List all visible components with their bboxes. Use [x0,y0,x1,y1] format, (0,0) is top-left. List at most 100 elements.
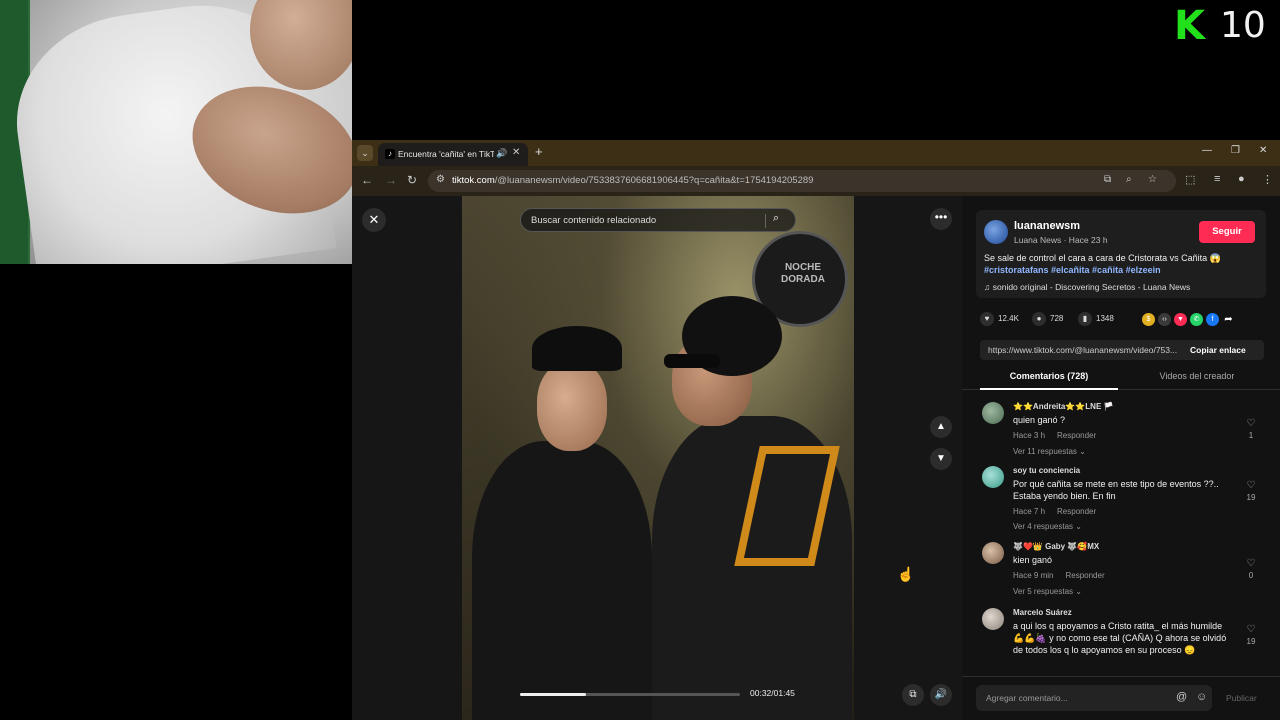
comment-username[interactable]: Marcelo Suárez [1013,608,1072,617]
video-time: 00:32/01:45 [750,688,795,698]
volume-icon[interactable]: 🔊 [930,684,952,706]
comment-like-count: 19 [1246,493,1256,502]
comment-username[interactable]: soy tu conciencia [1013,466,1080,475]
zoom-icon[interactable]: ⌕ [1126,174,1132,185]
comment-heart-icon[interactable]: ♡ [1243,624,1259,635]
sound-link[interactable]: ♫ sonido original - Discovering Secretos… [984,282,1190,292]
reload-icon[interactable]: ↻ [407,173,417,187]
browser-window: ⌄ ♪ Encuentra 'cañita' en TikTo 🔊 ✕ + — … [352,140,1280,720]
comment-text: quien ganó ? [1013,415,1066,425]
next-video-chevron-down-icon[interactable]: ▼ [930,448,952,470]
restore-icon[interactable]: ❐ [1231,145,1240,156]
publish-button[interactable]: Publicar [1226,693,1257,703]
video-progress-bar[interactable] [520,693,740,696]
speaker-icon[interactable]: 🔊 [496,148,507,159]
tab-creator-videos[interactable]: Videos del creador [1122,371,1272,381]
channel-logo-number: 10 [1220,5,1266,46]
comment-meta: Hace 9 min Responder [1013,571,1105,580]
like-count: 12.4K [998,314,1019,323]
share-link-url[interactable]: https://www.tiktok.com/@luananewsm/video… [988,345,1180,355]
comment-meta: Hace 3 h Responder [1013,431,1097,440]
comment-username[interactable]: ⭐⭐Andreita⭐⭐LNE 🏳️ [1013,402,1113,411]
comment-username[interactable]: 🐺❤️👑 Gaby 🐺🥰MX [1013,542,1099,551]
video-progress-fill [520,693,586,696]
whatsapp-icon[interactable]: ✆ [1190,313,1203,326]
comment-avatar[interactable] [982,402,1004,424]
browser-menu-icon[interactable]: ⋮ [1262,173,1273,186]
comment-heart-icon[interactable]: ♡ [1243,480,1259,491]
more-options-icon[interactable]: ••• [930,208,952,230]
search-icon[interactable]: ⌕ [773,212,779,225]
tab-search-icon[interactable]: ⌄ [357,145,373,161]
comment-heart-icon[interactable]: ♡ [1243,418,1259,429]
reply-button[interactable]: Responder [1065,571,1104,580]
share-coin-icon[interactable]: $ [1142,313,1155,326]
send-icon[interactable]: ▼ [1174,313,1187,326]
screen: K 10 ⌄ ♪ Encuentra 'cañita' en TikTo 🔊 ✕… [0,0,1280,720]
profile-icon[interactable]: ● [1238,173,1245,185]
url-text: tiktok.com/@luananewsm/video/75338376066… [452,175,814,186]
comment-avatar[interactable] [982,466,1004,488]
heart-icon[interactable]: ♥ [980,312,994,326]
comment-icon[interactable]: ● [1032,312,1046,326]
mention-icon[interactable]: @ [1176,691,1187,703]
mouse-pointer-icon: ☝ [897,566,915,582]
comment-avatar[interactable] [982,608,1004,630]
comment-placeholder: Agregar comentario... [986,693,1068,703]
reply-button[interactable]: Responder [1057,507,1096,516]
media-control-icon[interactable]: ≡ [1214,173,1220,185]
comment-like-count: 1 [1248,431,1254,440]
url-field[interactable]: ⚙ tiktok.com/@luananewsm/video/753383760… [428,170,1176,192]
emoji-icon[interactable]: ☺ [1196,691,1207,703]
comment-like-count: 19 [1246,637,1256,646]
tiktok-favicon-icon: ♪ [385,149,395,159]
copy-link-button[interactable]: Copiar enlace [1190,345,1246,355]
video-person-left [472,326,652,720]
browser-tab[interactable]: ♪ Encuentra 'cañita' en TikTo 🔊 ✕ [378,143,528,166]
hashtags[interactable]: #cristoratafans #elcañita #cañita #elzee… [984,265,1161,275]
site-info-icon[interactable]: ⚙ [436,174,445,185]
comment-text: kien ganó [1013,555,1053,565]
back-icon[interactable]: ← [361,173,373,187]
picture-in-picture-icon[interactable]: ⧉ [902,684,924,706]
forward-icon[interactable]: → [385,173,397,187]
bookmark-star-icon[interactable]: ☆ [1148,174,1157,185]
comment-composer: Agregar comentario... @ ☺ Publicar [962,676,1280,720]
facebook-icon[interactable]: f [1206,313,1219,326]
view-replies-button[interactable]: Ver 4 respuestas ⌄ [1013,522,1082,531]
video-caption: Se sale de control el cara a cara de Cri… [984,253,1221,275]
tab-strip: ⌄ ♪ Encuentra 'cañita' en TikTo 🔊 ✕ + — … [352,140,1280,166]
view-replies-button[interactable]: Ver 5 respuestas ⌄ [1013,587,1082,596]
window-close-icon[interactable]: ✕ [1259,145,1267,156]
follow-button[interactable]: Seguir [1199,221,1255,243]
comment-text: Por qué cañita se mete en este tipo de e… [1013,479,1219,501]
comment-avatar[interactable] [982,542,1004,564]
new-tab-icon[interactable]: + [535,144,543,159]
reply-button[interactable]: Responder [1057,431,1096,440]
share-arrow-icon[interactable]: ➦ [1222,313,1235,326]
tab-close-icon[interactable]: ✕ [512,147,520,158]
author-subtitle: Luana News · Hace 23 h [1014,235,1108,245]
video-person-right [652,296,852,720]
side-tabs: Comentarios (728) Videos del creador [962,368,1280,390]
comment-heart-icon[interactable]: ♡ [1243,558,1259,569]
comment-list: ⭐⭐Andreita⭐⭐LNE 🏳️ quien ganó ? Hace 3 h… [962,396,1280,670]
embed-icon[interactable]: ‹› [1158,313,1171,326]
author-name[interactable]: luananewsm [1014,220,1080,232]
related-search-input[interactable]: Buscar contenido relacionado ⌕ [520,208,796,232]
address-bar: ← → ↻ ⚙ tiktok.com/@luananewsm/video/753… [352,166,1280,196]
view-replies-button[interactable]: Ver 11 respuestas ⌄ [1013,447,1086,456]
comment-meta: Hace 7 h Responder [1013,507,1097,516]
tab-comments[interactable]: Comentarios (728) [974,371,1124,381]
previous-video-chevron-up-icon[interactable]: ▲ [930,416,952,438]
comment-input[interactable]: Agregar comentario... @ ☺ [976,685,1212,711]
bookmark-icon[interactable]: ▮ [1078,312,1092,326]
extensions-icon[interactable]: ⬚ [1185,173,1195,186]
close-video-button[interactable]: ✕ [362,208,386,232]
author-avatar[interactable] [984,220,1008,244]
details-panel: luananewsm Luana News · Hace 23 h Seguir… [962,196,1280,720]
search-placeholder: Buscar contenido relacionado [531,215,657,226]
install-app-icon[interactable]: ⧉ [1104,174,1111,185]
minimize-icon[interactable]: — [1202,145,1212,156]
video-player[interactable]: NOCHE DORADA [462,196,854,720]
